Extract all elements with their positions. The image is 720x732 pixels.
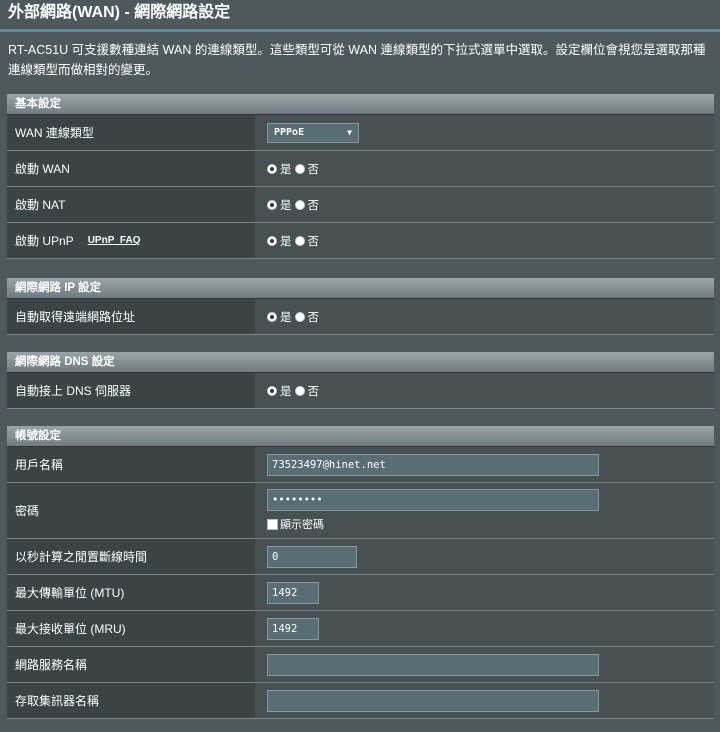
idle-time-input[interactable]: 0 xyxy=(267,545,357,568)
enable-nat-no-label: 否 xyxy=(307,199,320,212)
auto-ip-yes-radio[interactable] xyxy=(267,311,277,322)
mtu-row: 最大傳輸單位 (MTU) 1492 xyxy=(7,575,714,611)
account-settings-header: 帳號設定 xyxy=(7,426,714,447)
chevron-down-icon: ▼ xyxy=(347,128,352,137)
mru-input[interactable]: 1492 xyxy=(267,617,319,640)
mru-row: 最大接收單位 (MRU) 1492 xyxy=(7,611,714,647)
upnp-faq-link[interactable]: UPnP_FAQ xyxy=(88,235,141,246)
enable-wan-label: 啟動 WAN xyxy=(7,151,255,186)
title-divider xyxy=(0,29,720,32)
idle-time-row: 以秒計算之閒置斷線時間 0 xyxy=(7,539,714,575)
auto-ip-yes-label: 是 xyxy=(280,311,292,324)
wan-settings-page: 外部網路(WAN) - 網際網路設定 RT-AC51U 可支援數種連結 WAN … xyxy=(0,0,720,732)
dns-settings-section: 網際網路 DNS 設定 自動接上 DNS 伺服器 是 否 xyxy=(7,352,714,409)
auto-ip-no-radio[interactable] xyxy=(294,311,305,322)
wan-type-label: WAN 連線類型 xyxy=(7,115,255,150)
basic-settings-header: 基本設定 xyxy=(7,94,714,115)
auto-dns-no-radio[interactable] xyxy=(294,385,305,396)
password-row: 密碼 •••••••• 顯示密碼 xyxy=(7,483,714,539)
service-name-input[interactable] xyxy=(267,653,599,676)
show-password-label: 顯示密碼 xyxy=(280,519,324,531)
auto-ip-row: 自動取得遠端網路位址 是 否 xyxy=(7,299,714,335)
username-input[interactable]: 73523497@hinet.net xyxy=(267,453,599,476)
enable-wan-row: 啟動 WAN 是 否 xyxy=(7,151,714,187)
enable-upnp-no-radio[interactable] xyxy=(294,235,305,246)
wan-type-value: PPPoE xyxy=(274,127,305,138)
service-name-label: 網路服務名稱 xyxy=(7,647,255,682)
enable-upnp-no-label: 否 xyxy=(307,235,320,248)
auto-dns-yes-label: 是 xyxy=(280,385,292,398)
mru-label: 最大接收單位 (MRU) xyxy=(7,611,255,646)
auto-dns-no-label: 否 xyxy=(307,385,320,398)
enable-upnp-label-cell: 啟動 UPnP UPnP_FAQ xyxy=(7,223,255,258)
auto-ip-no-label: 否 xyxy=(307,311,320,324)
wan-type-select[interactable]: PPPoE ▼ xyxy=(267,122,359,143)
wan-type-row: WAN 連線類型 PPPoE ▼ xyxy=(7,115,714,151)
enable-upnp-label: 啟動 UPnP xyxy=(15,234,74,248)
page-title: 外部網路(WAN) - 網際網路設定 xyxy=(8,4,231,21)
enable-upnp-yes-label: 是 xyxy=(280,235,292,248)
enable-nat-no-radio[interactable] xyxy=(294,199,305,210)
enable-wan-yes-radio[interactable] xyxy=(267,163,277,174)
dns-settings-header: 網際網路 DNS 設定 xyxy=(7,352,714,373)
enable-nat-row: 啟動 NAT 是 否 xyxy=(7,187,714,223)
ip-settings-header: 網際網路 IP 設定 xyxy=(7,278,714,299)
username-label: 用戶名稱 xyxy=(7,447,255,482)
enable-wan-yes-label: 是 xyxy=(280,163,292,176)
enable-upnp-yes-radio[interactable] xyxy=(267,235,277,246)
ac-name-row: 存取集訊器名稱 xyxy=(7,683,714,719)
password-input[interactable]: •••••••• xyxy=(267,489,599,511)
password-label: 密碼 xyxy=(7,483,255,538)
ip-settings-section: 網際網路 IP 設定 自動取得遠端網路位址 是 否 xyxy=(7,278,714,335)
ac-name-label: 存取集訊器名稱 xyxy=(7,683,255,718)
mtu-input[interactable]: 1492 xyxy=(267,581,319,604)
page-description: RT-AC51U 可支援數種連結 WAN 的連線類型。這些類型可從 WAN 連線… xyxy=(8,43,706,77)
enable-nat-yes-radio[interactable] xyxy=(267,199,277,210)
enable-upnp-row: 啟動 UPnP UPnP_FAQ 是 否 xyxy=(7,223,714,259)
show-password-checkbox[interactable] xyxy=(267,518,278,530)
idle-time-label: 以秒計算之閒置斷線時間 xyxy=(7,539,255,574)
enable-nat-label: 啟動 NAT xyxy=(7,187,255,222)
auto-ip-label: 自動取得遠端網路位址 xyxy=(7,299,255,334)
username-row: 用戶名稱 73523497@hinet.net xyxy=(7,447,714,483)
enable-wan-no-radio[interactable] xyxy=(294,163,305,174)
auto-dns-label: 自動接上 DNS 伺服器 xyxy=(7,373,255,408)
ac-name-input[interactable] xyxy=(267,689,599,712)
auto-dns-yes-radio[interactable] xyxy=(267,385,277,396)
service-name-row: 網路服務名稱 xyxy=(7,647,714,683)
auto-dns-row: 自動接上 DNS 伺服器 是 否 xyxy=(7,373,714,409)
basic-settings-section: 基本設定 WAN 連線類型 PPPoE ▼ 啟動 WAN 是 否 啟動 NAT xyxy=(7,94,714,259)
mtu-label: 最大傳輸單位 (MTU) xyxy=(7,575,255,610)
enable-wan-no-label: 否 xyxy=(307,163,320,176)
enable-nat-yes-label: 是 xyxy=(280,199,292,212)
account-settings-section: 帳號設定 用戶名稱 73523497@hinet.net 密碼 ••••••••… xyxy=(7,426,714,719)
